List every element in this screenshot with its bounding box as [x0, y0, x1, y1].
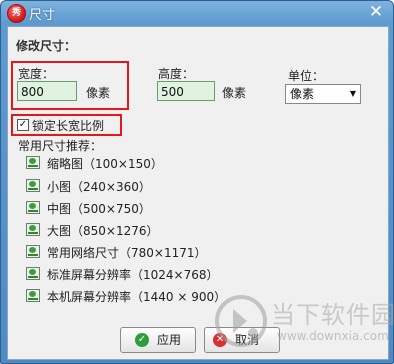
- presets-heading: 常用尺寸推荐：: [18, 139, 103, 153]
- check-icon: ✓: [135, 333, 149, 347]
- unit-select[interactable]: 像素 ▼: [285, 84, 361, 104]
- image-icon: [26, 289, 40, 302]
- height-label: 高度：: [158, 67, 195, 81]
- lock-ratio-checkbox[interactable]: ✓: [17, 119, 29, 131]
- dialog-content: 修改尺寸： 宽度： 800 像素 高度： 500 像素 单位： 像素 ▼ ✓ 锁…: [7, 26, 389, 360]
- preset-label: 大图（850×1276）: [47, 224, 159, 238]
- modify-size-heading: 修改尺寸：: [16, 39, 77, 53]
- image-icon: [26, 179, 40, 192]
- lock-ratio-label: 锁定长宽比例: [32, 119, 105, 133]
- image-icon: [26, 267, 40, 280]
- preset-label: 本机屏幕分辨率（1440 × 900）: [47, 290, 227, 304]
- cancel-icon: ✕: [213, 333, 227, 347]
- image-icon: [26, 223, 40, 236]
- height-unit-label: 像素: [222, 86, 247, 100]
- cancel-button-label: 取消: [235, 333, 260, 347]
- image-icon: [26, 245, 40, 258]
- preset-label: 标准屏幕分辨率（1024×768）: [47, 268, 219, 282]
- width-unit-label: 像素: [86, 86, 111, 100]
- apply-button-label: 应用: [157, 333, 182, 347]
- preset-label: 常用网络尺寸（780×1171）: [47, 246, 207, 260]
- cancel-button[interactable]: ✕ 取消: [204, 327, 280, 353]
- preset-label: 小图（240×360）: [47, 180, 151, 194]
- preset-label: 中图（500×750）: [47, 202, 151, 216]
- unit-label: 单位：: [288, 69, 325, 83]
- width-input[interactable]: 800: [17, 81, 77, 101]
- width-label: 宽度：: [18, 67, 55, 81]
- unit-select-value: 像素: [290, 87, 315, 101]
- app-logo-icon: 秀: [7, 4, 26, 23]
- window-title: 尺寸: [29, 8, 56, 23]
- preset-label: 缩略图（100×150）: [47, 157, 163, 171]
- dropdown-arrow-icon: ▼: [349, 89, 356, 98]
- dialog-window: 秀 尺寸 ✕ 修改尺寸： 宽度： 800 像素 高度： 500 像素 单位： 像…: [0, 0, 394, 364]
- image-icon: [26, 201, 40, 214]
- height-input[interactable]: 500: [157, 81, 215, 101]
- title-bar[interactable]: 秀 尺寸 ✕: [1, 1, 393, 25]
- apply-button[interactable]: ✓ 应用: [120, 327, 196, 353]
- close-button[interactable]: ✕: [365, 2, 387, 22]
- image-icon: [26, 156, 40, 169]
